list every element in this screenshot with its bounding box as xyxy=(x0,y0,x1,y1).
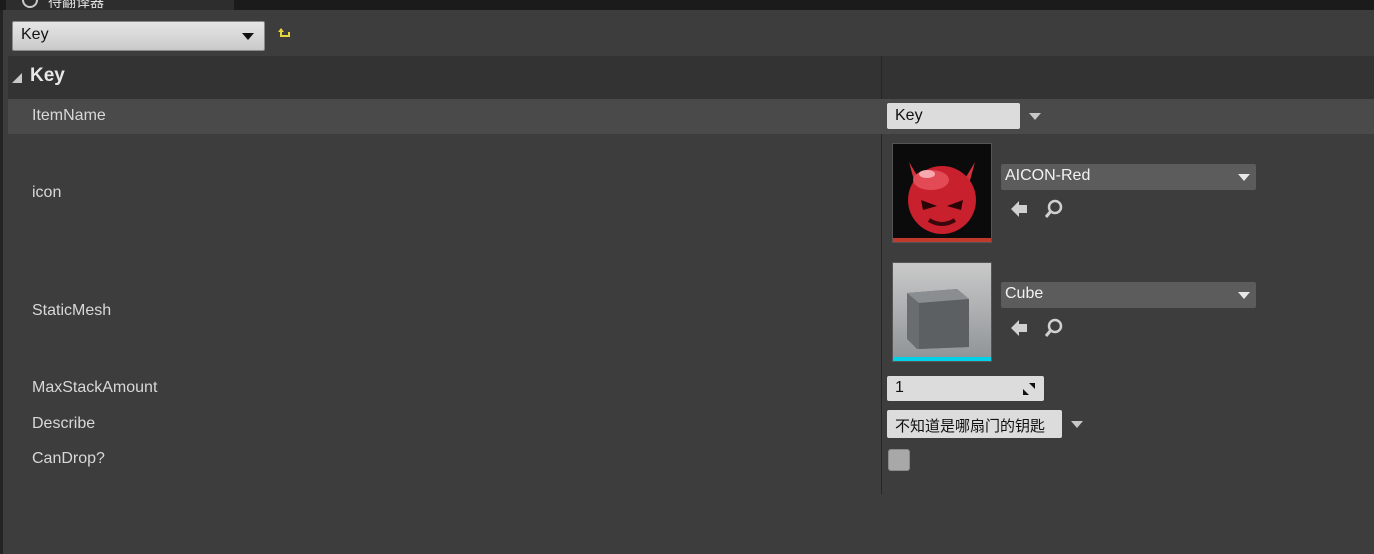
max-stack-spinbox[interactable]: 1 xyxy=(887,376,1044,401)
icon-label: icon xyxy=(32,184,62,201)
spin-drag-icon[interactable] xyxy=(1022,382,1036,396)
can-drop-checkbox[interactable] xyxy=(888,449,910,471)
item-name-field[interactable]: Key xyxy=(887,103,1020,129)
icon-asset-name: AICON-Red xyxy=(1005,167,1091,184)
mesh-accent-bar xyxy=(893,357,991,361)
item-name-value: Key xyxy=(895,107,923,124)
static-mesh-label: StaticMesh xyxy=(32,302,112,319)
reset-to-default-icon[interactable] xyxy=(278,27,292,41)
chevron-down-icon xyxy=(1238,292,1250,299)
search-icon xyxy=(22,0,38,8)
category-title: Key xyxy=(30,65,65,86)
category-header[interactable]: Key xyxy=(8,56,1374,99)
max-stack-label: MaxStackAmount xyxy=(32,379,158,396)
max-stack-value: 1 xyxy=(895,379,904,396)
texture-accent-bar xyxy=(893,238,991,242)
panel-left-edge xyxy=(0,10,3,554)
use-selected-arrow-icon[interactable] xyxy=(1009,318,1029,338)
collapse-triangle-icon xyxy=(12,73,22,83)
item-name-label: ItemName xyxy=(32,107,106,124)
icon-texture-thumbnail[interactable] xyxy=(892,143,992,243)
describe-dropdown-icon[interactable] xyxy=(1071,421,1083,428)
devil-face-icon xyxy=(893,144,991,242)
icon-asset-combo[interactable]: AICON-Red xyxy=(1001,164,1256,190)
object-selector-combo[interactable]: Key xyxy=(12,21,265,51)
describe-field[interactable]: 不知道是哪扇门的钥匙 xyxy=(887,410,1062,438)
tab-details[interactable]: 待翻译器 xyxy=(6,0,234,10)
describe-value: 不知道是哪扇门的钥匙 xyxy=(895,417,1046,435)
object-selector-value: Key xyxy=(21,26,49,43)
browse-magnifier-icon[interactable] xyxy=(1044,318,1064,338)
can-drop-label: CanDrop? xyxy=(32,450,105,467)
chevron-down-icon xyxy=(1238,174,1250,181)
item-name-dropdown-icon[interactable] xyxy=(1029,113,1041,120)
static-mesh-asset-name: Cube xyxy=(1005,285,1044,302)
tab-title: 待翻译器 xyxy=(48,0,104,10)
static-mesh-thumbnail[interactable] xyxy=(892,262,992,362)
browse-magnifier-icon[interactable] xyxy=(1044,199,1064,219)
describe-label: Describe xyxy=(32,415,96,432)
chevron-down-icon xyxy=(242,33,254,40)
cube-mesh-icon xyxy=(893,263,991,361)
use-selected-arrow-icon[interactable] xyxy=(1009,199,1029,219)
row-item-name xyxy=(8,99,1374,134)
static-mesh-asset-combo[interactable]: Cube xyxy=(1001,282,1256,308)
